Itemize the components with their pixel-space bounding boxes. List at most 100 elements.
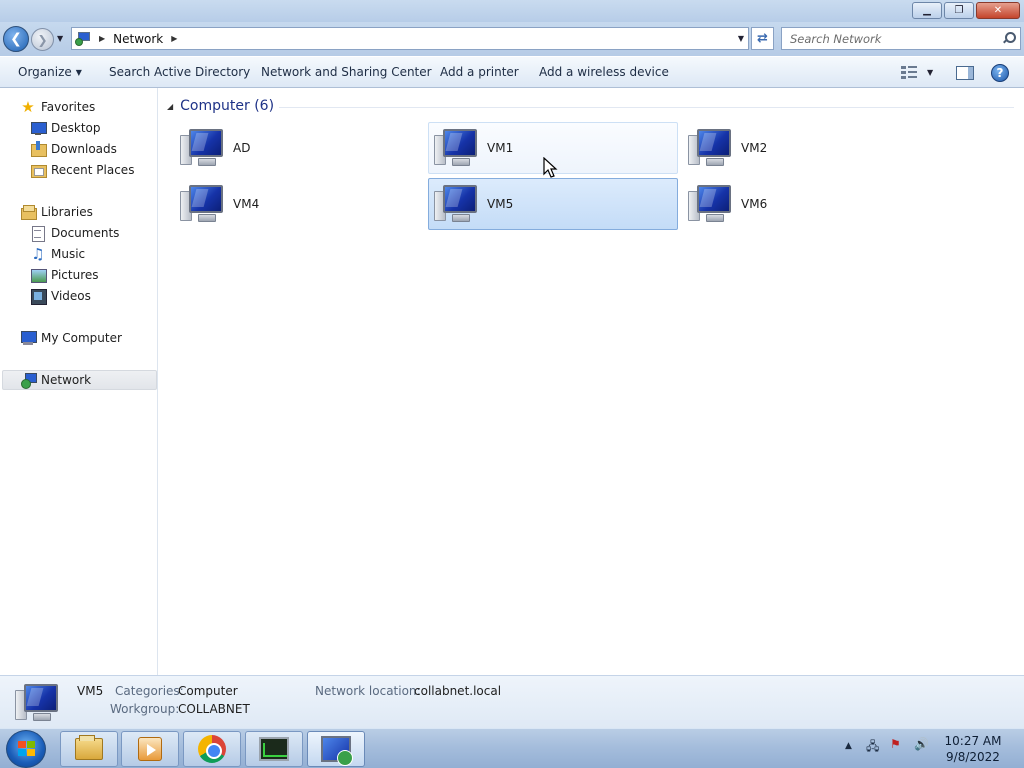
computer-name: VM6 <box>741 197 768 211</box>
taskbar-task-manager[interactable] <box>245 731 303 767</box>
back-button[interactable]: ❮ <box>3 26 29 52</box>
search-box[interactable] <box>781 27 1021 50</box>
clock-time: 10:27 AM <box>944 734 1002 748</box>
forward-button[interactable]: ❯ <box>31 28 54 51</box>
task-manager-icon <box>259 737 289 761</box>
nav-item-documents[interactable]: Documents <box>30 223 119 243</box>
taskbar-chrome[interactable] <box>183 731 241 767</box>
details-pane: VM5 Categories: Computer Workgroup: COLL… <box>0 675 1024 728</box>
pictures-icon <box>30 267 47 283</box>
videos-icon <box>30 288 47 305</box>
search-input[interactable] <box>790 31 990 46</box>
nav-item-label: Music <box>51 247 86 261</box>
nav-item-label: Videos <box>51 289 91 303</box>
address-history-dropdown[interactable]: ▼ <box>738 34 744 43</box>
add-printer-button[interactable]: Add a printer <box>440 65 519 79</box>
network-sharing-center-button[interactable]: Network and Sharing Center <box>261 65 432 79</box>
nav-item-label: Desktop <box>51 121 101 135</box>
nav-item-label: Network <box>41 373 92 387</box>
nav-item-label: Pictures <box>51 268 99 282</box>
breadcrumb-network[interactable]: Network <box>113 32 163 46</box>
windows-logo-icon <box>18 741 36 758</box>
computer-name: VM1 <box>487 141 514 155</box>
show-hidden-icons-button[interactable]: ▲ <box>845 741 852 751</box>
chevron-right-icon[interactable]: ▶ <box>99 34 105 43</box>
computer-tile[interactable]: AD <box>174 122 424 174</box>
command-bar: Organize ▼ Search Active Directory Networ… <box>0 56 1024 88</box>
computer-icon <box>433 127 479 169</box>
libraries-icon <box>20 204 37 220</box>
nav-item-label: Libraries <box>41 205 93 219</box>
nav-item-label: Recent Places <box>51 163 135 177</box>
taskbar: ▲ 🖧 ⚑ 🔊 10:27 AM 9/8/2022 <box>0 728 1024 768</box>
collapse-triangle-icon[interactable]: ◢ <box>167 102 173 111</box>
organize-button[interactable]: Organize ▼ <box>18 65 82 79</box>
address-row: ❮ ❯ ▼ ▶ Network ▶ ▼ ⇄ <box>0 22 1024 56</box>
view-options-dropdown[interactable]: ▼ <box>927 68 933 77</box>
preview-pane-icon[interactable] <box>956 66 974 80</box>
group-header-computer[interactable]: ◢ Computer (6) <box>167 98 274 114</box>
computer-icon <box>179 127 225 169</box>
categories-value: Computer <box>178 684 238 698</box>
nav-item-recent-places[interactable]: Recent Places <box>30 160 134 180</box>
network-status-icon[interactable]: 🖧 <box>866 737 879 758</box>
computer-name: AD <box>233 141 251 155</box>
computer-tile[interactable]: VM4 <box>174 178 424 230</box>
nav-item-desktop[interactable]: Desktop <box>30 118 101 138</box>
clock-date: 9/8/2022 <box>946 750 1000 764</box>
computer-icon <box>20 330 37 346</box>
computer-icon <box>687 183 733 225</box>
action-center-icon[interactable]: ⚑ <box>890 737 901 751</box>
mouse-cursor-icon <box>543 157 558 178</box>
computer-tile[interactable]: VM6 <box>682 178 932 230</box>
documents-icon <box>30 225 46 242</box>
search-active-directory-button[interactable]: Search Active Directory <box>109 65 250 79</box>
start-button[interactable] <box>6 730 46 768</box>
computer-icon <box>14 682 60 724</box>
computer-tile[interactable]: VM5 <box>428 178 678 230</box>
nav-item-favorites[interactable]: ★ Favorites <box>20 97 95 117</box>
remote-desktop-icon <box>321 736 353 766</box>
add-wireless-device-button[interactable]: Add a wireless device <box>539 65 669 79</box>
nav-item-pictures[interactable]: Pictures <box>30 265 99 285</box>
recent-pages-dropdown[interactable]: ▼ <box>57 34 63 43</box>
recent-places-icon <box>30 162 47 178</box>
chevron-down-icon: ▼ <box>75 68 82 77</box>
organize-label: Organize <box>18 65 72 79</box>
nav-item-downloads[interactable]: Downloads <box>30 139 117 159</box>
system-clock[interactable]: 10:27 AM 9/8/2022 <box>938 733 1008 765</box>
music-icon: ♫ <box>31 245 45 263</box>
computer-icon <box>179 183 225 225</box>
help-icon[interactable]: ? <box>991 64 1009 82</box>
computer-name: VM5 <box>487 197 514 211</box>
desktop-icon <box>30 120 47 136</box>
categories-label: Categories: <box>115 684 184 698</box>
group-header-label: Computer (6) <box>180 98 275 114</box>
taskbar-explorer[interactable] <box>60 731 118 767</box>
close-button[interactable]: ✕ <box>976 2 1020 19</box>
nav-item-label: Downloads <box>51 142 117 156</box>
nav-item-libraries[interactable]: Libraries <box>20 202 93 222</box>
nav-item-videos[interactable]: Videos <box>30 286 91 306</box>
volume-icon[interactable]: 🔊 <box>914 737 929 751</box>
search-icon[interactable] <box>1002 32 1016 45</box>
network-location-label: Network location: <box>315 684 421 698</box>
minimize-button[interactable]: ▁ <box>912 2 942 19</box>
address-bar[interactable]: ▶ Network ▶ ▼ <box>71 27 749 50</box>
refresh-button[interactable]: ⇄ <box>751 27 774 50</box>
computer-tile[interactable]: VM2 <box>682 122 932 174</box>
nav-item-network[interactable]: Network <box>2 370 157 390</box>
change-view-icon[interactable] <box>901 66 919 80</box>
content-area: ◢ Computer (6) AD VM1 VM2 VM4 VM5 VM6 <box>159 88 1024 675</box>
network-icon <box>20 372 37 389</box>
nav-item-my-computer[interactable]: My Computer <box>20 328 122 348</box>
restore-button[interactable]: ❐ <box>944 2 974 19</box>
computer-icon <box>433 183 479 225</box>
nav-item-music[interactable]: ♫ Music <box>30 244 85 264</box>
chevron-right-icon[interactable]: ▶ <box>171 34 177 43</box>
taskbar-media-player[interactable] <box>121 731 179 767</box>
group-divider <box>279 107 1014 108</box>
taskbar-remote-desktop[interactable] <box>307 731 365 767</box>
workgroup-value: COLLABNET <box>178 702 250 716</box>
computer-icon <box>687 127 733 169</box>
